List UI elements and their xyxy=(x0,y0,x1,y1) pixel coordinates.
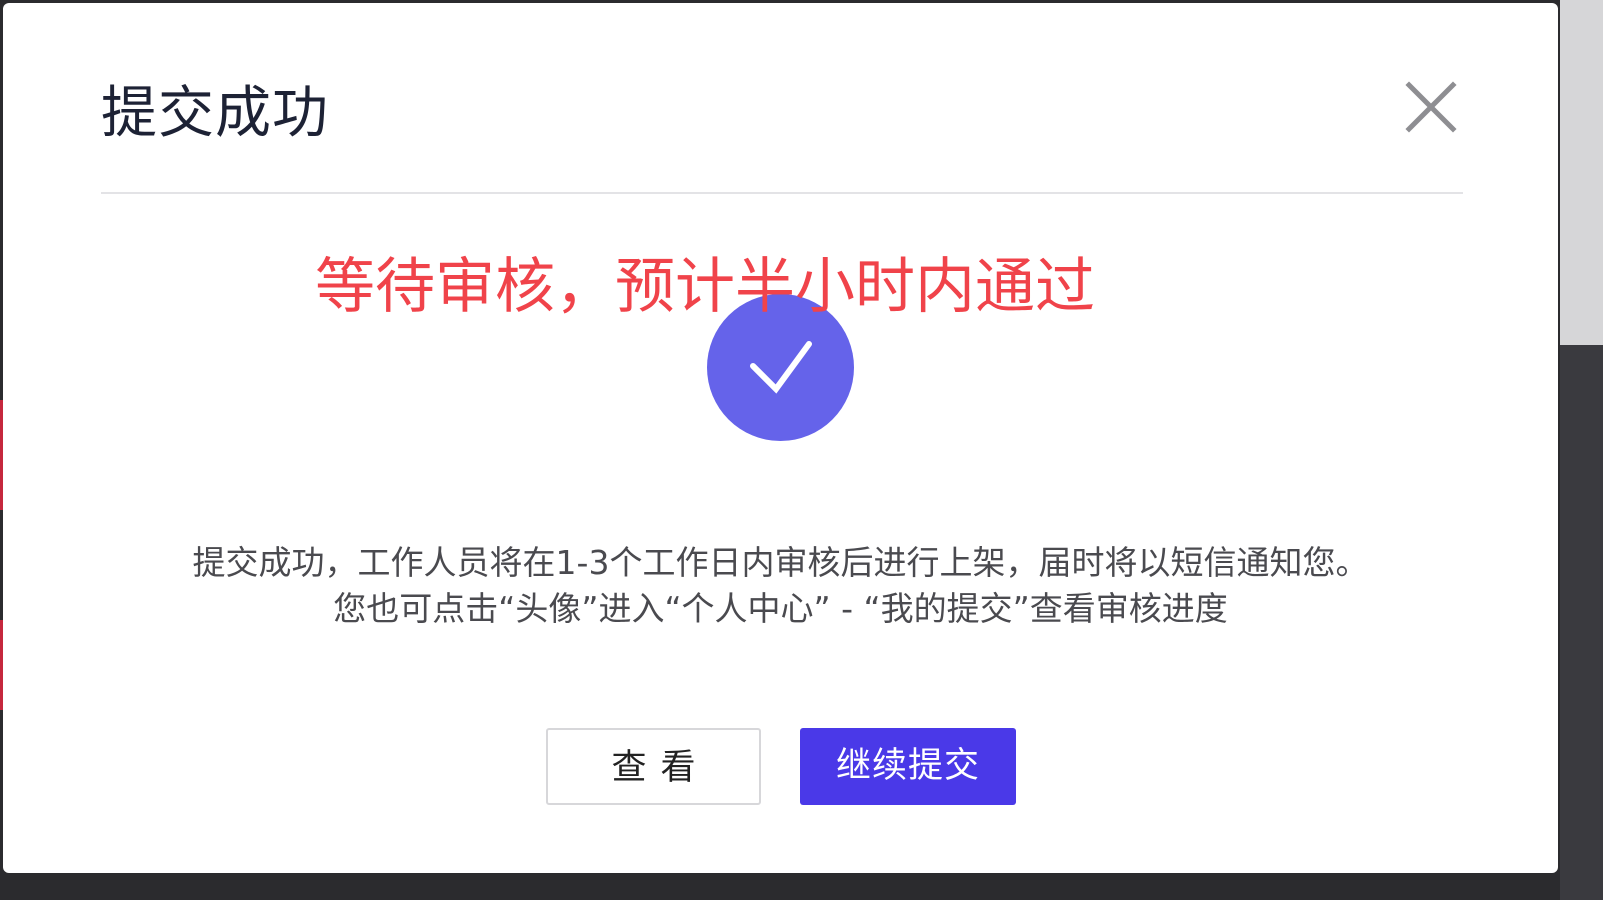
review-notice: 等待审核，预计半小时内通过 xyxy=(315,252,1095,322)
close-icon xyxy=(1405,81,1457,133)
description-line-1: 提交成功，工作人员将在1-3个工作日内审核后进行上架，届时将以短信通知您。 xyxy=(192,543,1369,582)
background-panel xyxy=(1560,0,1603,345)
background-strip xyxy=(1560,0,1603,900)
view-button[interactable]: 查看 xyxy=(546,728,761,805)
continue-submit-button[interactable]: 继续提交 xyxy=(800,728,1016,805)
submit-success-dialog: 提交成功 等待审核，预计半小时内通过 提交成功，工作人员将在1-3个工作日内审核… xyxy=(3,3,1558,873)
submit-description: 提交成功，工作人员将在1-3个工作日内审核后进行上架，届时将以短信通知您。 您也… xyxy=(3,540,1558,632)
close-button[interactable] xyxy=(1403,79,1459,135)
divider xyxy=(101,192,1463,194)
description-line-2: 您也可点击“头像”进入“个人中心” - “我的提交”查看审核进度 xyxy=(333,589,1228,628)
dialog-title: 提交成功 xyxy=(101,81,329,146)
